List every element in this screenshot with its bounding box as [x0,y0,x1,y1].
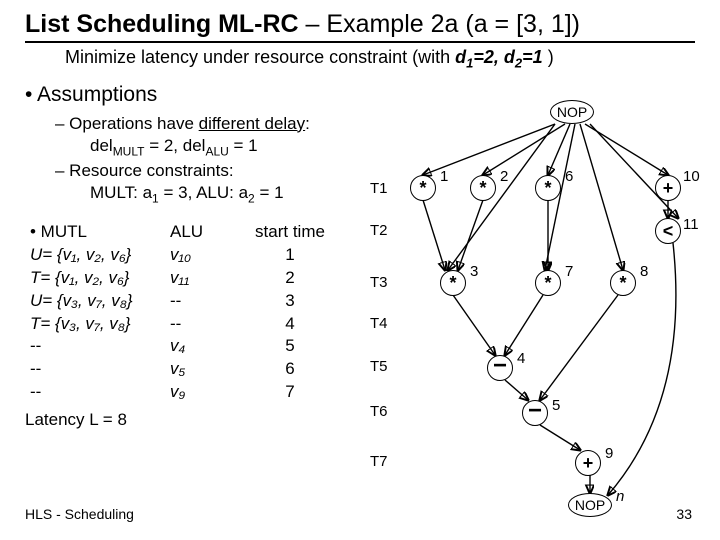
schedule-table: • MUTL ALU start time U= {v₁, v₂, v₆}v₁₀… [30,221,395,405]
node-5: − [522,400,548,426]
tlabel-4: T4 [370,315,388,332]
node-9: + [575,450,601,476]
tlabel-7: T7 [370,453,388,470]
latency-text: Latency L = 8 [25,410,395,430]
nop-bottom: NOP [568,493,612,517]
lbl-2: 2 [500,168,508,185]
r5c1: -- [30,358,170,381]
a1l2b: = 2, del [144,136,205,155]
assume-1b: different delay [199,114,305,133]
assumptions-heading: • Assumptions [25,83,395,107]
r5c2: v₅ [170,358,240,381]
r0c1: U= {v₁, v₂, v₆} [30,244,170,267]
lbl-4: 4 [517,350,525,367]
dag-edges [380,100,710,520]
lbl-11: 11 [683,216,699,233]
r0c2: v₁₀ [170,244,240,267]
r2c2: -- [170,290,240,313]
r2c3: 3 [240,290,340,313]
subtitle-d: =1 [522,47,543,67]
tlabel-2: T2 [370,222,388,239]
assume-2: – Resource constraints: [55,160,395,182]
r5c3: 6 [240,358,340,381]
r4c1: -- [30,335,170,358]
r6c2: v₉ [170,381,240,404]
nop-n: n [616,488,624,505]
r6c3: 7 [240,381,340,404]
subtitle-c: =2, d [473,47,515,67]
node-8: * [610,270,636,296]
subtitle: Minimize latency under resource constrai… [65,47,695,71]
table-header: • MUTL ALU start time [30,221,395,244]
nop-top: NOP [550,100,594,124]
r4c2: v₄ [170,335,240,358]
a2l2a: MULT: a [90,183,152,202]
node-1: * [410,175,436,201]
lbl-10: 10 [683,168,700,185]
node-6: * [535,175,561,201]
r0c3: 1 [240,244,340,267]
tlabel-5: T5 [370,358,388,375]
th-start: start time [240,221,340,244]
table-row: U= {v₁, v₂, v₆}v₁₀1 [30,244,395,267]
table-row: T= {v₃, v₇, v₈}--4 [30,313,395,336]
sub-a1: 1 [152,191,159,205]
lbl-1: 1 [440,168,448,185]
r1c3: 2 [240,267,340,290]
table-row: --v₉7 [30,381,395,404]
node-4: − [487,355,513,381]
lbl-3: 3 [470,263,478,280]
assume-1c: : [305,114,310,133]
table-row: U= {v₃, v₇, v₈}--3 [30,290,395,313]
title-prefix: List Scheduling ML-RC [25,10,299,38]
table-row: T= {v₁, v₂, v₆}v₁₁2 [30,267,395,290]
footer-left: HLS - Scheduling [25,506,134,522]
assume-2-detail: MULT: a1 = 3, ALU: a2 = 1 [90,182,395,207]
lbl-7: 7 [565,263,573,280]
r1c1: T= {v₁, v₂, v₆} [30,267,170,290]
assume-1-detail: delMULT = 2, delALU = 1 [90,135,395,160]
a1l2a: del [90,136,113,155]
r3c1: T= {v₃, v₇, v₈} [30,313,170,336]
sub-mult: MULT [113,144,145,158]
subtitle-a: Minimize latency under resource constrai… [65,47,455,67]
tlabel-6: T6 [370,403,388,420]
title-suffix: – Example 2a (a = [3, 1]) [299,10,580,38]
th-mult: • MUTL [30,221,170,244]
sub-a2: 2 [248,191,255,205]
a1l2c: = 1 [229,136,258,155]
r6c1: -- [30,381,170,404]
node-7: * [535,270,561,296]
table-row: --v₄5 [30,335,395,358]
page-title: List Scheduling ML-RC – Example 2a (a = … [25,10,695,43]
lbl-6: 6 [565,168,573,185]
dag-diagram: NOP * 1 * 2 * 6 + 10 < 11 * 3 * 7 * 8 − … [380,100,710,520]
tlabel-3: T3 [370,274,388,291]
sub-alu: ALU [205,144,228,158]
lbl-5: 5 [552,397,560,414]
r4c3: 5 [240,335,340,358]
r3c3: 4 [240,313,340,336]
subtitle-b: d [455,47,466,67]
node-3: * [440,270,466,296]
page-number: 33 [676,506,692,522]
subtitle-e: ) [543,47,554,67]
a2l2c: = 1 [255,183,284,202]
assume-1a: – Operations have [55,114,199,133]
lbl-8: 8 [640,263,648,280]
lbl-9: 9 [605,445,613,462]
r1c2: v₁₁ [170,267,240,290]
node-11: < [655,218,681,244]
r3c2: -- [170,313,240,336]
assume-1: – Operations have different delay: [55,113,395,135]
th-alu: ALU [170,221,240,244]
tlabel-1: T1 [370,180,388,197]
a2l2b: = 3, ALU: a [159,183,248,202]
r2c1: U= {v₃, v₇, v₈} [30,290,170,313]
table-row: --v₅6 [30,358,395,381]
node-2: * [470,175,496,201]
node-10: + [655,175,681,201]
